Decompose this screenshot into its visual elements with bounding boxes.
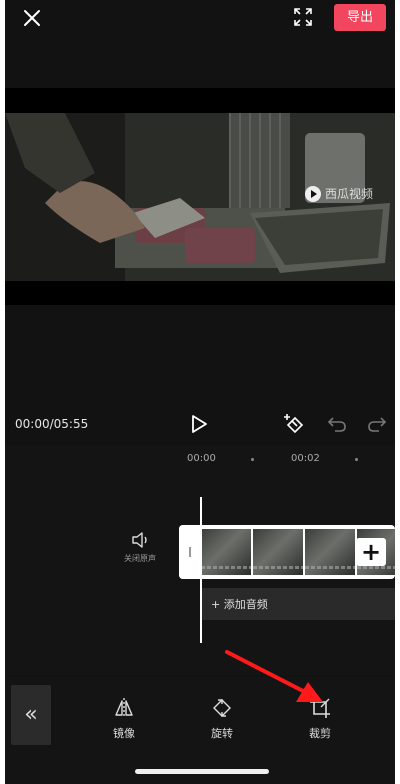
tool-mirror-label: 镜像: [113, 727, 135, 740]
editor-screen: 导出 西瓜视频 00:00/05:55 00:00 00:02 关闭原声 + +…: [5, 0, 395, 784]
playback-controls: 00:00/05:55: [5, 405, 395, 443]
export-button[interactable]: 导出: [334, 4, 386, 31]
close-icon[interactable]: [20, 6, 44, 30]
timecode: 00:00/05:55: [15, 417, 89, 431]
ruler-label-0: 00:00: [187, 453, 216, 464]
tool-crop[interactable]: 裁剪: [292, 697, 348, 741]
playhead[interactable]: [200, 497, 202, 643]
redo-icon[interactable]: [367, 414, 387, 434]
ruler-dot: [355, 458, 358, 461]
timeline[interactable]: 00:00 00:02 关闭原声 + + 添加音频: [5, 445, 395, 675]
play-icon[interactable]: [190, 414, 208, 434]
crop-icon: [310, 698, 330, 718]
speaker-icon: [132, 532, 147, 548]
bottom-toolbar: « 镜像 旋转 裁剪: [5, 677, 395, 784]
clip-thumbnail: [201, 529, 251, 575]
watermark: 西瓜视频: [305, 185, 373, 202]
clip-thumbnail: [305, 529, 355, 575]
home-indicator: [135, 769, 269, 774]
top-bar: 导出: [5, 0, 395, 36]
tool-rotate[interactable]: 旋转: [194, 697, 250, 741]
ruler-dot: [251, 458, 254, 461]
collapse-back-button[interactable]: «: [11, 685, 51, 745]
tool-rotate-label: 旋转: [211, 727, 233, 740]
add-audio-label: + 添加音频: [211, 598, 268, 611]
add-clip-button[interactable]: +: [356, 538, 386, 566]
watermark-text: 西瓜视频: [325, 187, 374, 201]
mirror-icon: [115, 698, 133, 718]
mute-original-audio-button[interactable]: 关闭原声: [115, 531, 165, 564]
tool-crop-label: 裁剪: [309, 727, 331, 740]
clip-trim-handle[interactable]: [179, 525, 201, 579]
add-audio-track[interactable]: + 添加音频: [201, 588, 395, 620]
video-preview[interactable]: 西瓜视频: [5, 88, 395, 305]
ruler-label-1: 00:02: [291, 453, 320, 464]
tool-mirror[interactable]: 镜像: [96, 697, 152, 741]
rotate-icon: [213, 699, 231, 717]
fullscreen-icon[interactable]: [293, 7, 313, 27]
undo-icon[interactable]: [327, 414, 347, 434]
watermark-logo-icon: [305, 185, 321, 202]
mute-label: 关闭原声: [124, 554, 156, 563]
keyframe-icon[interactable]: [283, 412, 307, 436]
clip-thumbnail: [253, 529, 303, 575]
